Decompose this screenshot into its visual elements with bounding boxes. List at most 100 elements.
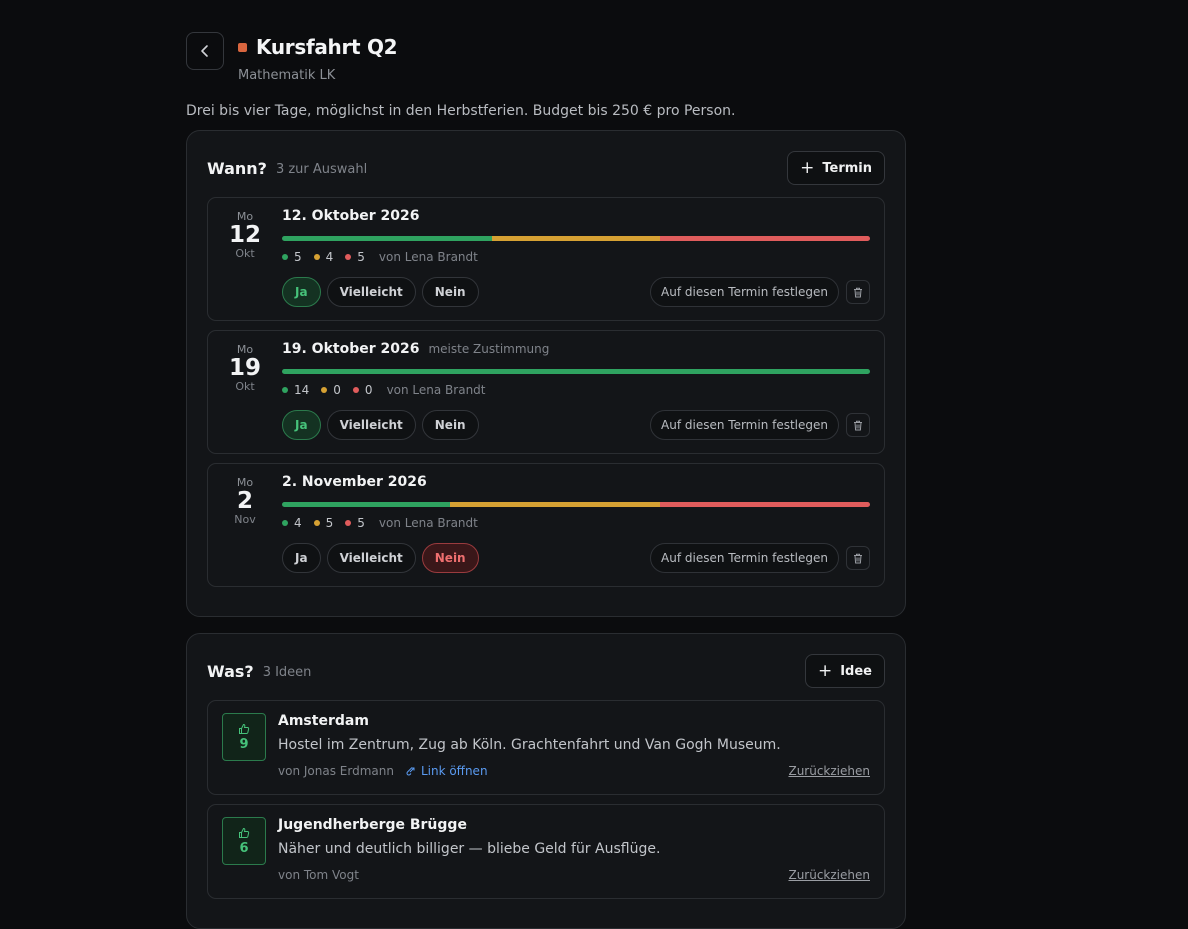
upvote-count: 6 [239, 840, 249, 856]
maybe-dot-icon [313, 254, 320, 260]
idea-item: 9 Amsterdam Hostel im Zentrum, Zug ab Köln… [207, 700, 885, 795]
thumbs-up-icon [239, 723, 250, 734]
idea-list: 9 Amsterdam Hostel im Zentrum, Zug ab Köln… [207, 700, 885, 899]
yes-dot-icon [282, 254, 288, 260]
idea-description: Näher und deutlich billiger — bliebe Gel… [278, 841, 661, 857]
plus-icon: + [800, 157, 815, 178]
date-label: 2. November 2026 [282, 474, 427, 490]
vote-no-button[interactable]: Nein [421, 277, 479, 307]
vote-bar [282, 369, 870, 374]
fix-date-button[interactable]: Auf diesen Termin festlegen [650, 543, 839, 573]
withdraw-button[interactable]: Zurückziehen [788, 868, 870, 882]
idea-description: Hostel im Zentrum, Zug ab Köln. Grachten… [278, 737, 781, 753]
thumbs-up-icon [239, 827, 250, 838]
vote-bar-no [660, 236, 870, 241]
title-color-dot [238, 42, 247, 52]
add-date-button[interactable]: + Termin [787, 151, 885, 185]
trash-icon [854, 553, 862, 563]
vote-stats: 14 0 0 von Lena Brandt [282, 382, 870, 398]
date-month: Nov [234, 513, 256, 526]
vote-stats: 4 5 5 von Lena Brandt [282, 515, 870, 531]
when-title: Wann? [207, 158, 267, 178]
yes-dot-icon [282, 520, 288, 526]
plus-icon: + [817, 660, 833, 681]
yes-count: 14 [294, 383, 310, 397]
trash-icon [854, 420, 862, 430]
delete-date-button[interactable] [846, 280, 870, 304]
idea-item: 6 Jugendherberge Brügge Näher und deutlich… [207, 804, 885, 899]
date-label: 12. Oktober 2026 [282, 208, 420, 224]
upvote-button[interactable]: 6 [222, 817, 266, 865]
no-dot-icon [345, 520, 352, 526]
yes-count: 5 [294, 250, 302, 264]
date-badge: Mo 2 Nov [208, 474, 282, 574]
vote-bar-yes [282, 502, 450, 507]
vote-maybe-button[interactable]: Vielleicht [326, 543, 416, 573]
maybe-dot-icon [313, 520, 320, 526]
what-title: Was? [207, 661, 254, 681]
upvote-button[interactable]: 9 [222, 713, 266, 761]
date-label: 19. Oktober 2026 [282, 341, 420, 357]
what-card: Was? 3 Ideen + Idee 9 Amsterdam Hostel im … [186, 633, 906, 929]
back-button[interactable] [186, 32, 224, 70]
add-idea-button[interactable]: + Idee [804, 654, 885, 688]
date-day: 2 [236, 488, 253, 514]
vote-yes-button[interactable]: Ja [282, 410, 321, 440]
idea-link[interactable]: Link öffnen [406, 764, 488, 778]
idea-link-label: Link öffnen [420, 764, 488, 778]
when-card: Wann? 3 zur Auswahl + Termin Mo 12 Okt 12. … [186, 130, 906, 617]
what-count: 3 Ideen [262, 664, 312, 680]
date-note: meiste Zustimmung [428, 342, 550, 356]
vote-bar-maybe [492, 236, 660, 241]
vote-bar-yes [282, 236, 492, 241]
vote-maybe-button[interactable]: Vielleicht [326, 277, 416, 307]
date-badge: Mo 19 Okt [208, 341, 282, 441]
delete-date-button[interactable] [846, 546, 870, 570]
vote-yes-button[interactable]: Ja [282, 277, 321, 307]
vote-bar-maybe [450, 502, 660, 507]
maybe-count: 5 [325, 516, 334, 530]
no-count: 5 [357, 516, 365, 530]
no-dot-icon [345, 254, 352, 260]
yes-count: 4 [294, 516, 302, 530]
vote-no-button[interactable]: Nein [421, 543, 479, 573]
page-subtitle: Mathematik LK [238, 68, 336, 83]
withdraw-button[interactable]: Zurückziehen [788, 764, 870, 778]
add-idea-label: Idee [840, 663, 872, 679]
date-option: Mo 12 Okt 12. Oktober 2026 5 4 5 von Lena Brand… [207, 197, 885, 321]
date-author: von Lena Brandt [378, 250, 478, 264]
date-day: 19 [228, 355, 261, 381]
fix-date-button[interactable]: Auf diesen Termin festlegen [650, 277, 839, 307]
chevron-left-icon [201, 45, 208, 57]
idea-title: Jugendherberge Brügge [278, 817, 467, 833]
page: Kursfahrt Q2 Mathematik LK Drei bis vier… [186, 32, 906, 929]
date-day: 12 [228, 222, 261, 248]
date-month: Okt [235, 247, 255, 260]
vote-bar-no [660, 502, 870, 507]
date-author: von Lena Brandt [386, 383, 486, 397]
yes-dot-icon [282, 387, 288, 393]
trash-icon [854, 287, 862, 297]
idea-author: von Tom Vogt [278, 868, 359, 882]
maybe-count: 4 [325, 250, 334, 264]
header: Kursfahrt Q2 Mathematik LK [186, 32, 906, 98]
vote-maybe-button[interactable]: Vielleicht [326, 410, 416, 440]
no-count: 5 [357, 250, 365, 264]
vote-yes-button[interactable]: Ja [282, 543, 321, 573]
idea-author: von Jonas Erdmann [278, 764, 394, 778]
date-author: von Lena Brandt [378, 516, 478, 530]
page-title: Kursfahrt Q2 [256, 35, 398, 59]
vote-no-button[interactable]: Nein [421, 410, 479, 440]
vote-bar [282, 502, 870, 507]
fix-date-button[interactable]: Auf diesen Termin festlegen [650, 410, 839, 440]
no-dot-icon [352, 387, 359, 393]
vote-bar [282, 236, 870, 241]
date-option: Mo 19 Okt 19. Oktober 2026 meiste Zustimmung… [207, 330, 885, 454]
delete-date-button[interactable] [846, 413, 870, 437]
vote-bar-yes [282, 369, 870, 374]
maybe-count: 0 [333, 383, 341, 397]
add-date-label: Termin [822, 160, 872, 176]
vote-stats: 5 4 5 von Lena Brandt [282, 249, 870, 265]
page-description: Drei bis vier Tage, möglichst in den Her… [186, 103, 736, 119]
date-month: Okt [235, 380, 255, 393]
